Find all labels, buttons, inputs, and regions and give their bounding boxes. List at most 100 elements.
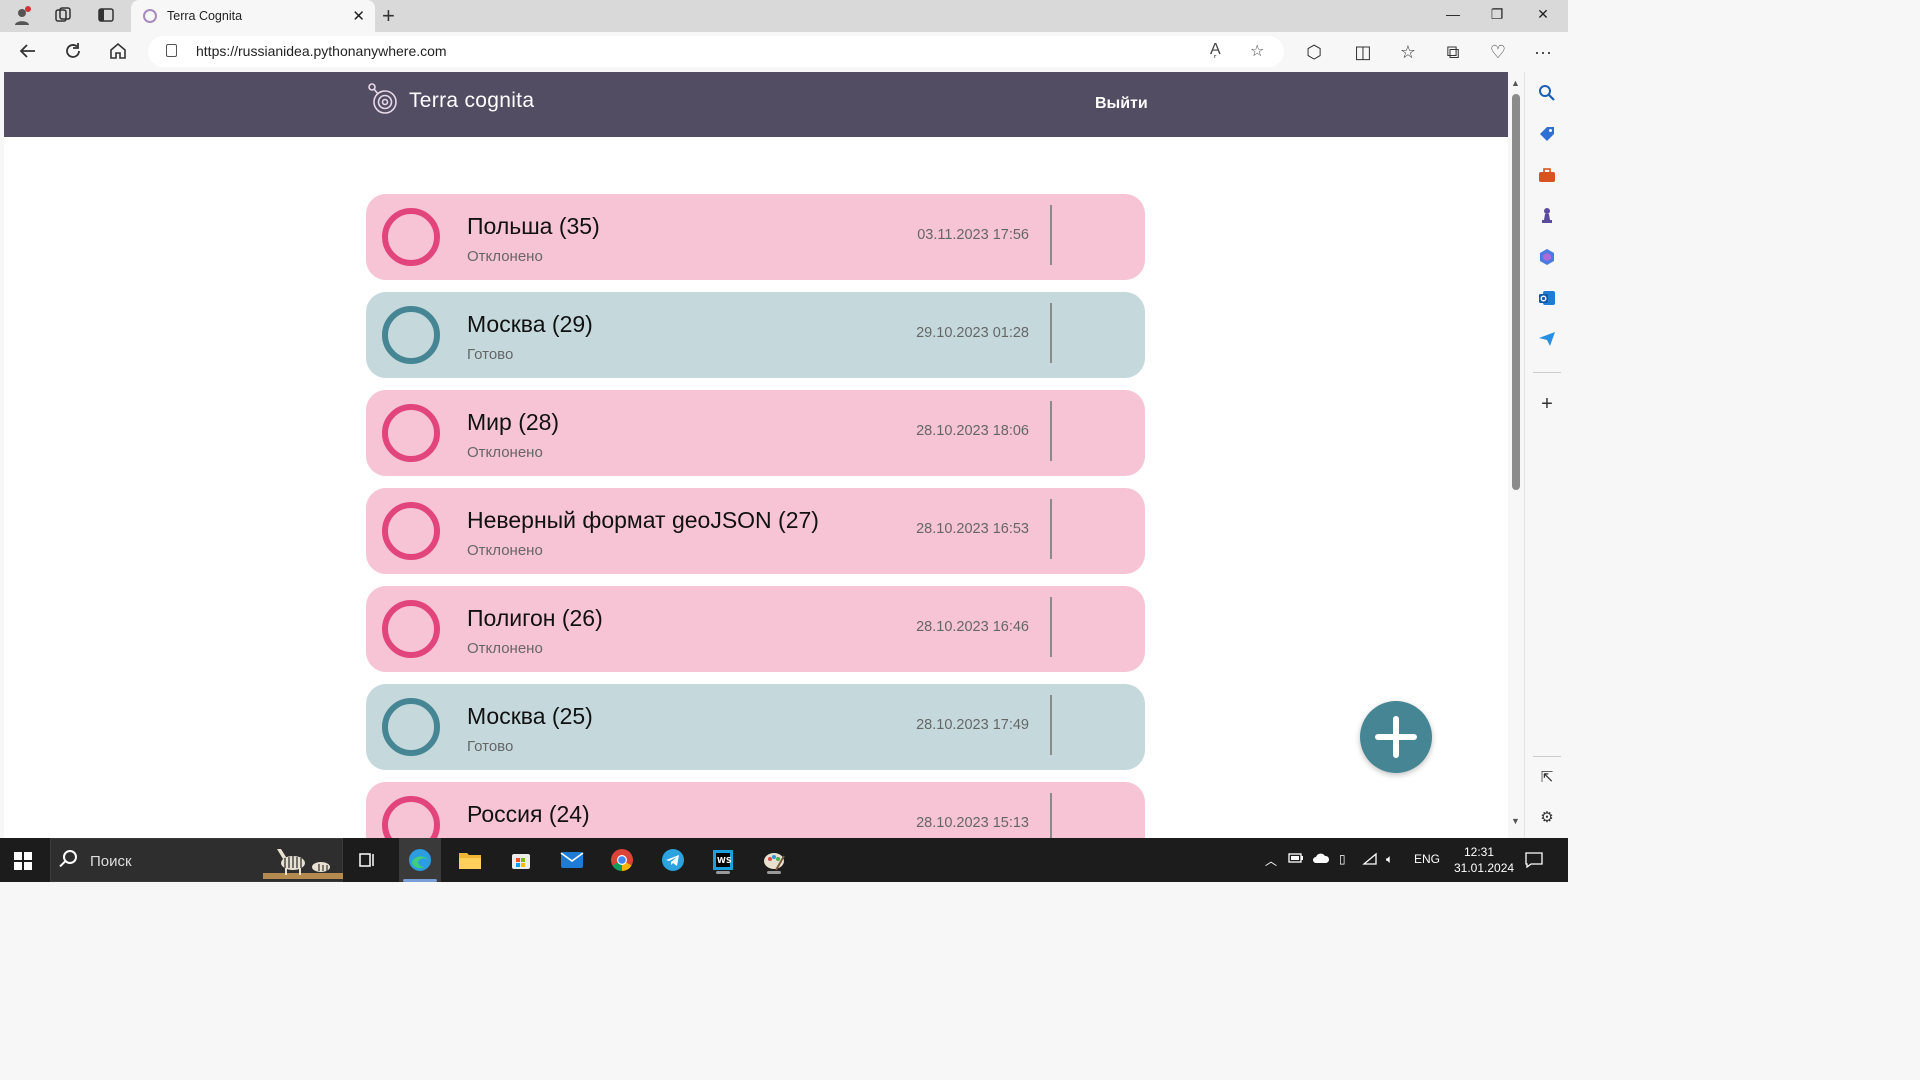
taskbar-search[interactable]: Поиск <box>50 838 343 882</box>
copilot-icon[interactable] <box>1537 248 1557 268</box>
request-status: Отклонено <box>467 248 543 265</box>
external-link-icon[interactable]: ⇱ <box>1537 768 1557 788</box>
profile-icon[interactable] <box>12 6 32 26</box>
open-app-indicator <box>767 871 781 874</box>
tab-close-icon[interactable]: ✕ <box>352 7 365 25</box>
request-title: Полигон (26) <box>467 605 603 631</box>
new-tab-icon[interactable]: + <box>382 4 395 28</box>
card-divider <box>1050 205 1052 265</box>
minimize-icon[interactable]: — <box>1443 6 1463 22</box>
read-aloud-icon[interactable]: A᷊ <box>1210 41 1221 59</box>
vertical-tabs-icon[interactable] <box>96 6 116 26</box>
more-menu-icon[interactable]: ··· <box>1531 41 1555 63</box>
open-app-indicator <box>716 871 730 874</box>
paint-icon[interactable] <box>759 846 789 874</box>
settings-icon[interactable]: ⚙ <box>1537 808 1557 828</box>
webstorm-icon[interactable]: WS <box>708 846 738 874</box>
battery-icon[interactable] <box>1288 852 1304 867</box>
collections-icon[interactable]: ⧉ <box>1441 41 1465 63</box>
add-request-button[interactable] <box>1360 701 1432 773</box>
tray-overflow-icon[interactable]: ︿ <box>1265 852 1277 869</box>
send-icon[interactable] <box>1537 330 1557 350</box>
request-list: Польша (35) Отклонено 03.11.2023 17:56 Моск… <box>366 194 1145 838</box>
status-ring-icon <box>382 600 440 658</box>
store-icon[interactable] <box>506 846 536 874</box>
card-divider <box>1050 793 1052 838</box>
request-card[interactable]: Неверный формат geoJSON (27) Отклонено 28.… <box>366 488 1145 574</box>
scroll-down-icon[interactable]: ▼ <box>1511 816 1520 826</box>
extensions-icon[interactable]: ⬡ <box>1302 41 1326 63</box>
site-logo-text[interactable]: Terra cognita <box>409 89 534 113</box>
browser-title-bar: Terra Cognita ✕ + — ❐ ✕ <box>0 0 1568 32</box>
active-app-indicator <box>403 879 437 882</box>
request-card[interactable]: Москва (25) Готово 28.10.2023 17:49 <box>366 684 1145 770</box>
zebra-illustration-icon <box>263 849 343 879</box>
file-explorer-icon[interactable] <box>455 846 485 874</box>
workspaces-icon[interactable] <box>53 6 73 26</box>
scroll-up-icon[interactable]: ▲ <box>1511 78 1520 88</box>
add-icon[interactable]: + <box>1537 394 1557 414</box>
close-window-icon[interactable]: ✕ <box>1533 6 1553 23</box>
scrollbar-thumb[interactable] <box>1512 94 1520 490</box>
logout-button[interactable]: Выйти <box>1095 95 1148 113</box>
request-card[interactable]: Россия (24)Отклонено28.10.2023 15:13 <box>366 782 1145 838</box>
page-scrollbar[interactable]: ▲ ▼ <box>1508 72 1524 838</box>
request-status: Отклонено <box>467 542 543 559</box>
card-divider <box>1050 303 1052 363</box>
request-status: Отклонено <box>467 640 543 657</box>
telegram-icon[interactable] <box>658 846 688 874</box>
browser-toolbar: https://russianidea.pythonanywhere.com A… <box>0 32 1568 72</box>
shopping-tag-icon[interactable] <box>1537 125 1557 145</box>
restore-icon[interactable]: ❐ <box>1487 6 1507 23</box>
status-ring-icon <box>382 208 440 266</box>
request-card[interactable]: Полигон (26) Отклонено 28.10.2023 16:46 <box>366 586 1145 672</box>
status-ring-icon <box>382 502 440 560</box>
reload-icon[interactable] <box>61 41 85 63</box>
task-view-icon[interactable] <box>352 846 382 874</box>
request-date: 28.10.2023 16:46 <box>916 619 1029 635</box>
request-date: 29.10.2023 01:28 <box>916 325 1029 341</box>
device-icon[interactable]: ▯ <box>1339 852 1346 866</box>
language-indicator[interactable]: ENG <box>1414 852 1440 866</box>
start-button[interactable] <box>14 852 32 870</box>
request-card[interactable]: Москва (29) Готово 29.10.2023 01:28 <box>366 292 1145 378</box>
request-title: Мир (28) <box>467 409 560 435</box>
taskbar-clock[interactable]: 12:31 31.01.2024 <box>1454 844 1514 876</box>
onedrive-icon[interactable] <box>1312 852 1330 867</box>
request-status: Отклонено <box>467 444 543 461</box>
request-title: Россия (24) <box>467 801 590 827</box>
request-card[interactable]: Мир (28) Отклонено 28.10.2023 18:06 <box>366 390 1145 476</box>
lock-icon[interactable] <box>166 44 177 57</box>
search-icon[interactable] <box>1537 84 1557 104</box>
browser-essentials-icon[interactable]: ♡ <box>1486 41 1510 63</box>
tab-terra-cognita[interactable]: Terra Cognita ✕ <box>131 0 375 32</box>
home-icon[interactable] <box>106 41 130 63</box>
address-bar[interactable]: https://russianidea.pythonanywhere.com A… <box>148 36 1284 67</box>
sidebar-divider <box>1533 372 1561 373</box>
request-date: 28.10.2023 15:13 <box>916 815 1029 831</box>
chrome-icon[interactable] <box>607 846 637 874</box>
chess-icon[interactable] <box>1537 207 1557 227</box>
wifi-icon[interactable] <box>1362 852 1378 869</box>
search-icon <box>63 850 77 864</box>
toolbox-icon[interactable] <box>1537 166 1557 186</box>
url-text[interactable]: https://russianidea.pythonanywhere.com <box>196 43 447 59</box>
volume-icon[interactable]: 🔈︎ <box>1386 852 1393 867</box>
request-title: Москва (29) <box>467 311 593 337</box>
notifications-icon[interactable] <box>1525 852 1543 871</box>
split-screen-icon[interactable]: ◫ <box>1351 41 1375 63</box>
sidebar-divider <box>1533 756 1561 757</box>
back-icon[interactable] <box>16 41 40 63</box>
outlook-icon[interactable] <box>1537 289 1557 309</box>
request-date: 28.10.2023 17:49 <box>916 717 1029 733</box>
clock-time: 12:31 <box>1463 845 1495 859</box>
request-card[interactable]: Польша (35) Отклонено 03.11.2023 17:56 <box>366 194 1145 280</box>
card-divider <box>1050 499 1052 559</box>
favorite-star-icon[interactable]: ☆ <box>1250 41 1264 61</box>
svg-text:WS: WS <box>717 856 732 865</box>
edge-icon[interactable] <box>399 838 441 882</box>
mail-icon[interactable] <box>557 846 587 874</box>
request-title: Неверный формат geoJSON (27) <box>467 507 819 533</box>
request-date: 28.10.2023 16:53 <box>916 521 1029 537</box>
favorites-icon[interactable]: ☆ <box>1396 41 1420 63</box>
